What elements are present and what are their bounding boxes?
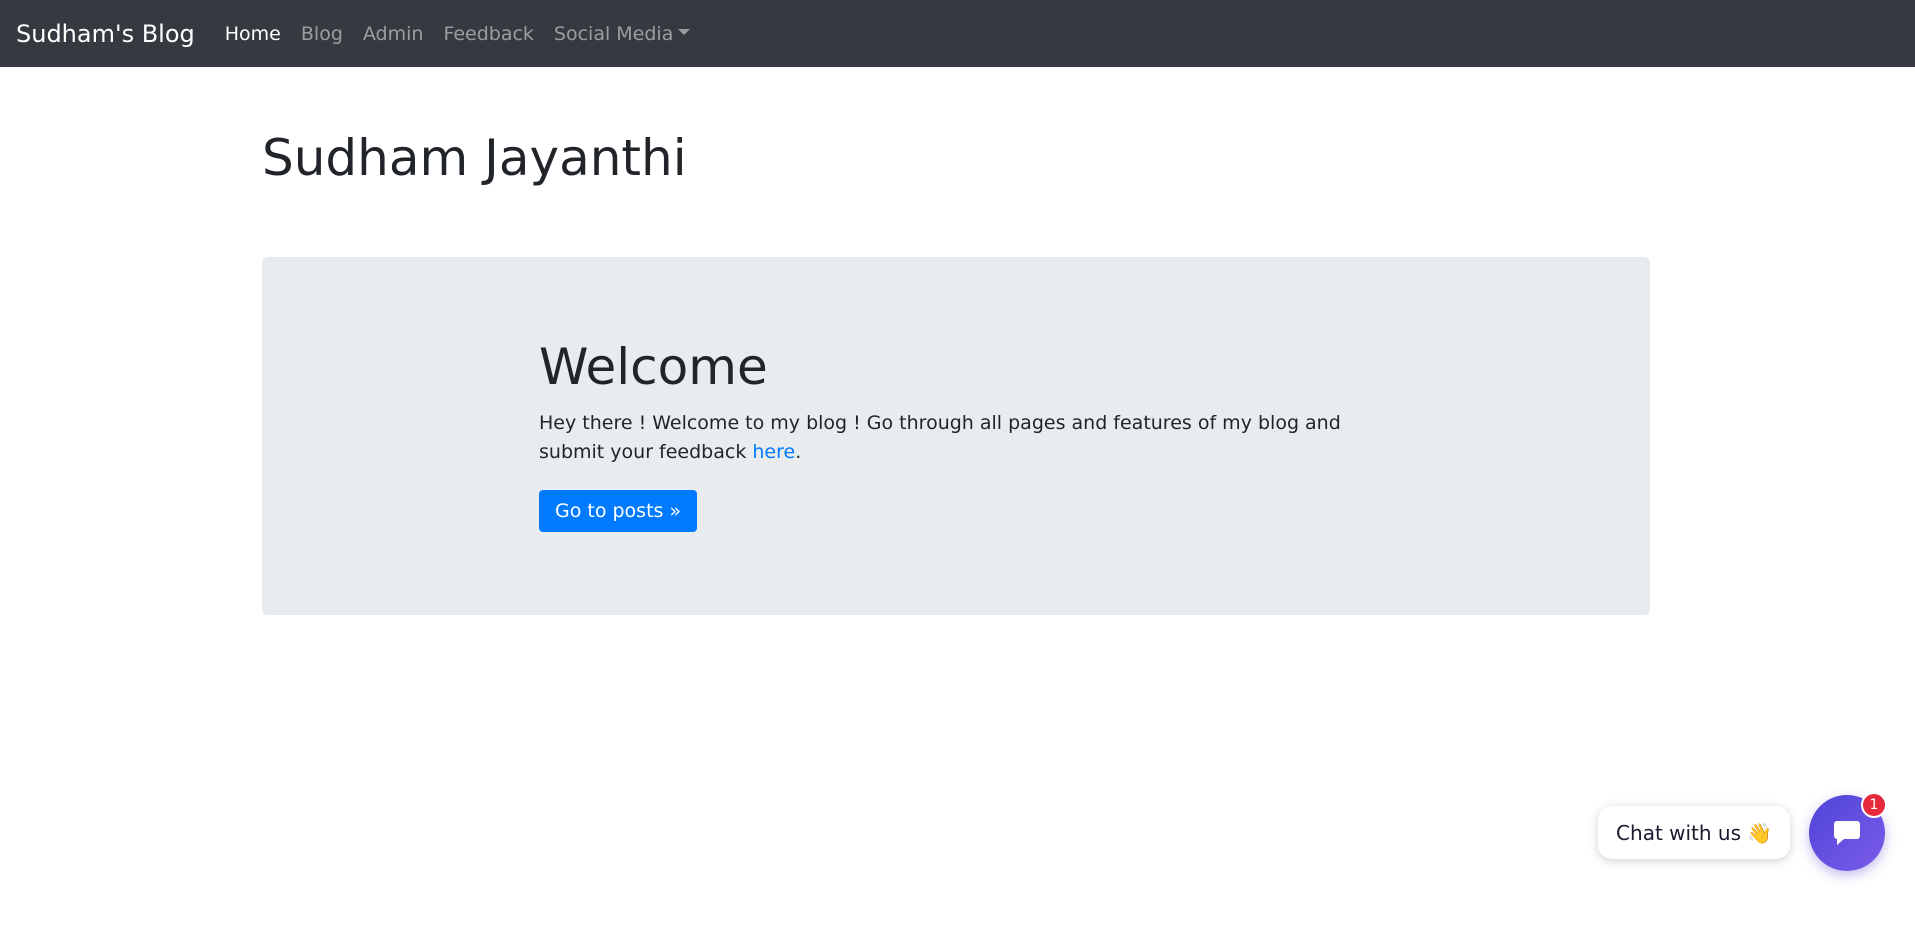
feedback-link[interactable]: here [752, 441, 795, 463]
unread-badge: 1 [1861, 792, 1887, 818]
nav-link-home[interactable]: Home [225, 23, 281, 45]
go-to-posts-button[interactable]: Go to posts » [539, 489, 698, 532]
nav-link-admin[interactable]: Admin [363, 23, 424, 45]
welcome-text-end: . [795, 441, 802, 464]
nav-dropdown-label: Social Media [553, 22, 674, 45]
brand-link[interactable]: Sudham's Blog [16, 20, 195, 48]
wave-icon: 👋 [1747, 820, 1772, 845]
jumbotron-content: Welcome Hey there ! Welcome to my blog !… [539, 337, 1359, 532]
nav-dropdown-social-media[interactable]: Social Media [553, 22, 691, 45]
chat-icon [1834, 821, 1860, 845]
nav-link-blog[interactable]: Blog [301, 23, 343, 45]
welcome-text: Hey there ! Welcome to my blog ! Go thro… [539, 409, 1359, 468]
chat-bubble-text: Chat with us [1616, 820, 1742, 845]
welcome-text-body: Hey there ! Welcome to my blog ! Go thro… [539, 412, 1341, 464]
welcome-heading: Welcome [539, 338, 768, 396]
chat-with-us-bubble[interactable]: Chat with us 👋 [1598, 806, 1790, 859]
welcome-jumbotron: Welcome Hey there ! Welcome to my blog !… [262, 257, 1650, 615]
caret-down-icon [678, 29, 691, 35]
page-title: Sudham Jayanthi [262, 129, 687, 187]
navbar: Sudham's Blog Home Blog Admin Feedback S… [0, 0, 1915, 67]
nav-link-feedback[interactable]: Feedback [443, 23, 533, 45]
